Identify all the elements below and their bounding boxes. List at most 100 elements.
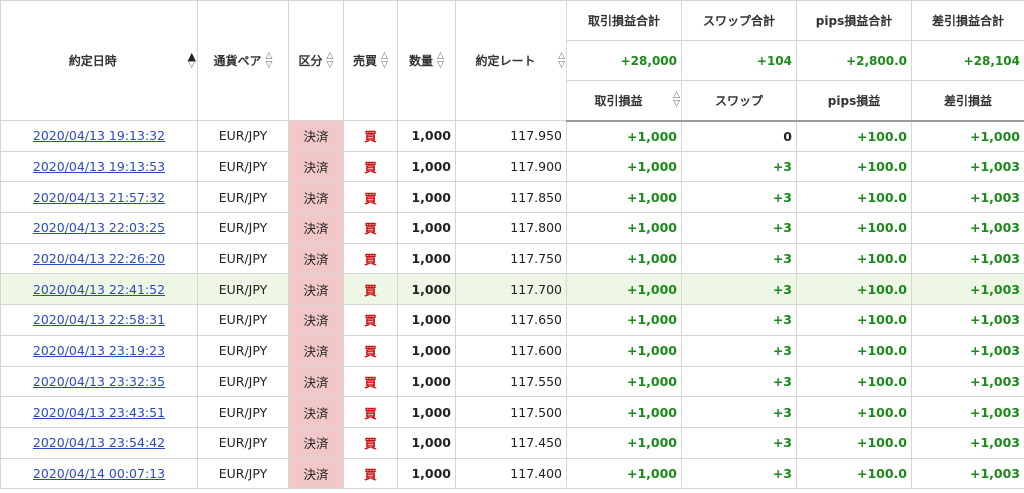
cell-qty: 1,000	[397, 242, 456, 275]
cell-rate: 117.950	[455, 120, 567, 152]
cell-datetime[interactable]: 2020/04/13 22:26:20	[0, 242, 198, 275]
table-row: 2020/04/13 21:57:32 EUR/JPY 決済買 1,000 117.85…	[0, 181, 1024, 214]
sort-toggle-side[interactable]: △ ▽	[381, 51, 388, 70]
total-value-pl: +28,000	[566, 40, 682, 81]
trade-datetime-link[interactable]: 2020/04/13 23:43:51	[33, 405, 165, 420]
trade-datetime-link[interactable]: 2020/04/14 00:07:13	[33, 466, 165, 481]
cell-pl: +1,000	[566, 365, 682, 398]
table-row: 2020/04/13 19:13:53 EUR/JPY 決済買 1,000 117.90…	[0, 150, 1024, 183]
cell-datetime[interactable]: 2020/04/13 19:13:32	[0, 120, 198, 152]
cell-pips: +100.0	[796, 396, 912, 428]
table-row: 2020/04/13 23:54:42 EUR/JPY 決済買 1,000 117.45…	[0, 426, 1024, 459]
total-value-pips: +2,800.0	[796, 40, 912, 81]
sort-toggle-kubun[interactable]: △ ▽	[327, 51, 334, 70]
cell-kubun: 決済	[288, 457, 344, 490]
trade-datetime-link[interactable]: 2020/04/13 22:41:52	[33, 282, 165, 297]
cell-swap: +3	[681, 334, 797, 367]
cell-datetime[interactable]: 2020/04/13 22:41:52	[0, 273, 198, 306]
cell-kubun: 決済	[288, 426, 344, 459]
cell-swap: +3	[681, 396, 797, 428]
cell-qty: 1,000	[397, 273, 456, 306]
column-header-qty[interactable]: 数量 △ ▽	[397, 0, 456, 121]
trade-datetime-link[interactable]: 2020/04/13 21:57:32	[33, 190, 165, 205]
cell-kubun: 決済	[288, 334, 344, 367]
column-label-qty: 数量	[409, 54, 434, 68]
trade-datetime-link[interactable]: 2020/04/13 19:13:53	[33, 159, 165, 174]
cell-pl: +1,000	[566, 273, 682, 306]
sort-down-icon: ▽	[188, 59, 196, 70]
cell-side: 買	[343, 396, 398, 428]
cell-kubun: 決済	[288, 120, 344, 152]
table-row: 2020/04/13 22:26:20 EUR/JPY 決済買 1,000 117.75…	[0, 242, 1024, 275]
cell-datetime[interactable]: 2020/04/13 22:03:25	[0, 212, 198, 244]
cell-pl: +1,000	[566, 396, 682, 428]
cell-pair: EUR/JPY	[197, 273, 289, 306]
column-header-swap: スワップ	[681, 80, 797, 122]
cell-rate: 117.700	[455, 273, 567, 306]
cell-pl: +1,000	[566, 426, 682, 459]
column-label-kubun: 区分	[298, 54, 323, 68]
table-row: 2020/04/13 22:41:52 EUR/JPY 決済買 1,000 117.70…	[0, 273, 1024, 306]
trade-datetime-link[interactable]: 2020/04/13 22:03:25	[33, 220, 165, 235]
trade-datetime-link[interactable]: 2020/04/13 19:13:32	[33, 128, 165, 143]
cell-datetime[interactable]: 2020/04/13 23:32:35	[0, 365, 198, 398]
sort-down-icon: ▽	[558, 59, 565, 70]
column-header-kubun[interactable]: 区分 △ ▽	[288, 0, 344, 121]
cell-datetime[interactable]: 2020/04/13 21:57:32	[0, 181, 198, 214]
cell-pips: +100.0	[796, 334, 912, 367]
cell-datetime[interactable]: 2020/04/13 23:54:42	[0, 426, 198, 459]
cell-pair: EUR/JPY	[197, 242, 289, 275]
cell-net: +1,003	[911, 242, 1024, 275]
column-header-rate[interactable]: 約定レート △ ▽	[455, 0, 567, 121]
cell-datetime[interactable]: 2020/04/13 19:13:53	[0, 150, 198, 183]
cell-datetime[interactable]: 2020/04/13 22:58:31	[0, 304, 198, 336]
column-header-pair[interactable]: 通貨ペア △ ▽	[197, 0, 289, 121]
cell-datetime[interactable]: 2020/04/13 23:19:23	[0, 334, 198, 367]
column-header-datetime[interactable]: 約定日時 ▲ ▽	[0, 0, 198, 121]
trade-datetime-link[interactable]: 2020/04/13 23:54:42	[33, 435, 165, 450]
cell-pair: EUR/JPY	[197, 304, 289, 336]
total-label-swap: スワップ合計	[681, 0, 797, 41]
sort-down-icon: ▽	[673, 99, 680, 110]
cell-pips: +100.0	[796, 273, 912, 306]
column-header-side[interactable]: 売買 △ ▽	[343, 0, 398, 121]
sort-down-icon: ▽	[437, 59, 444, 70]
cell-pips: +100.0	[796, 426, 912, 459]
cell-pips: +100.0	[796, 242, 912, 275]
cell-pips: +100.0	[796, 304, 912, 336]
cell-pl: +1,000	[566, 181, 682, 214]
trade-datetime-link[interactable]: 2020/04/13 22:26:20	[33, 251, 165, 266]
trade-rows: 2020/04/13 19:13:32 EUR/JPY 決済買 1,000 117.95…	[0, 120, 1024, 490]
cell-side: 買	[343, 273, 398, 306]
trade-datetime-link[interactable]: 2020/04/13 22:58:31	[33, 312, 165, 327]
cell-side: 買	[343, 426, 398, 459]
trade-datetime-link[interactable]: 2020/04/13 23:32:35	[33, 374, 165, 389]
cell-pair: EUR/JPY	[197, 426, 289, 459]
cell-qty: 1,000	[397, 396, 456, 428]
column-header-pl[interactable]: 取引損益 △ ▽	[566, 80, 682, 122]
cell-rate: 117.900	[455, 150, 567, 183]
cell-swap: +3	[681, 242, 797, 275]
cell-datetime[interactable]: 2020/04/14 00:07:13	[0, 457, 198, 490]
cell-kubun: 決済	[288, 150, 344, 183]
cell-rate: 117.550	[455, 365, 567, 398]
cell-rate: 117.750	[455, 242, 567, 275]
sort-toggle-pair[interactable]: △ ▽	[266, 51, 273, 70]
column-label-side: 売買	[353, 54, 378, 68]
sort-toggle-qty[interactable]: △ ▽	[437, 51, 444, 70]
table-row: 2020/04/13 23:32:35 EUR/JPY 決済買 1,000 117.55…	[0, 365, 1024, 398]
cell-pl: +1,000	[566, 304, 682, 336]
cell-swap: +3	[681, 212, 797, 244]
sort-toggle-datetime[interactable]: ▲ ▽	[188, 51, 196, 70]
sort-toggle-pl[interactable]: △ ▽	[673, 91, 680, 109]
cell-net: +1,003	[911, 150, 1024, 183]
cell-kubun: 決済	[288, 212, 344, 244]
cell-pair: EUR/JPY	[197, 334, 289, 367]
cell-pair: EUR/JPY	[197, 181, 289, 214]
column-header-net: 差引損益	[911, 80, 1024, 122]
cell-datetime[interactable]: 2020/04/13 23:43:51	[0, 396, 198, 428]
sort-toggle-rate[interactable]: △ ▽	[558, 51, 565, 70]
trade-datetime-link[interactable]: 2020/04/13 23:19:23	[33, 343, 165, 358]
cell-kubun: 決済	[288, 242, 344, 275]
total-label-pips: pips損益合計	[796, 0, 912, 41]
